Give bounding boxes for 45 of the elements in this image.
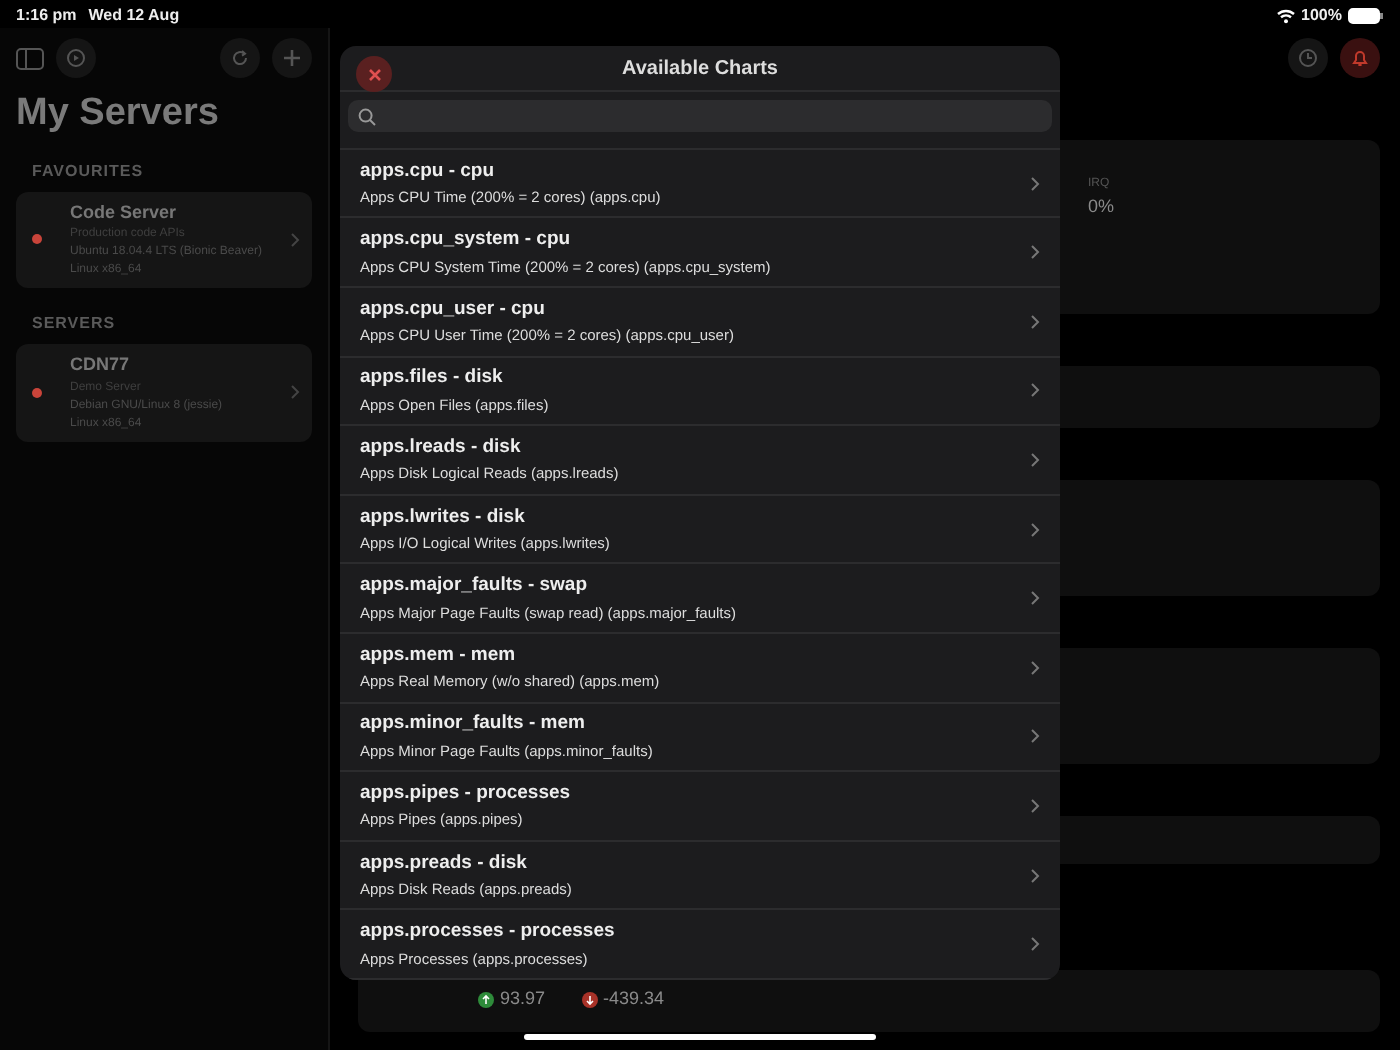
chevron-icon: [1030, 175, 1040, 192]
server-name: Code Server: [70, 199, 179, 225]
history-button[interactable]: [1288, 38, 1328, 78]
close-icon: [367, 67, 381, 81]
wifi-icon: [1275, 8, 1296, 24]
modal-title: Available Charts: [622, 55, 778, 84]
chevron-icon: [1030, 521, 1040, 538]
chevron-icon: [1030, 936, 1040, 953]
chevron-icon: [1030, 659, 1040, 676]
play-icon: [66, 48, 86, 68]
plus-icon: [282, 48, 302, 68]
chevron-icon: [1030, 382, 1040, 399]
status-date: Wed 12 Aug: [88, 4, 180, 28]
metric-value: 0%: [1088, 194, 1117, 220]
close-button[interactable]: [356, 56, 392, 92]
status-time: 1:16 pm: [16, 4, 77, 28]
page-title: My Servers: [16, 90, 221, 138]
alerts-button[interactable]: [1340, 38, 1380, 78]
battery-icon: [1348, 8, 1384, 24]
chevron-icon: [1030, 798, 1040, 815]
chevron-icon: [1030, 313, 1040, 330]
down-arrow-icon: [581, 991, 598, 1007]
chevron-icon: [1030, 728, 1040, 745]
play-button[interactable]: [56, 38, 96, 78]
up-arrow-icon: [478, 991, 494, 1007]
total-value: 93.97: [500, 985, 546, 1012]
chevron-icon: [1030, 244, 1040, 261]
search-icon: [358, 107, 376, 126]
chevron-icon: [290, 231, 300, 248]
bell-icon: [1350, 48, 1370, 68]
refresh-icon: [230, 48, 250, 68]
section-heading: FAVOURITES: [32, 159, 146, 183]
battery-percent: 100%: [1301, 4, 1342, 28]
chevron-icon: [290, 384, 300, 401]
chevron-icon: [1030, 867, 1040, 884]
refresh-button[interactable]: [220, 38, 260, 78]
search-field[interactable]: [348, 100, 1052, 132]
total-value: -439.34: [603, 985, 665, 1012]
clock-icon: [1298, 48, 1318, 68]
sidebar-icon[interactable]: [16, 47, 44, 69]
chevron-icon: [1030, 452, 1040, 469]
chevron-icon: [1030, 590, 1040, 607]
server-name: CDN77: [70, 352, 132, 378]
add-button[interactable]: [272, 38, 312, 78]
section-heading: SERVERS: [32, 312, 118, 336]
